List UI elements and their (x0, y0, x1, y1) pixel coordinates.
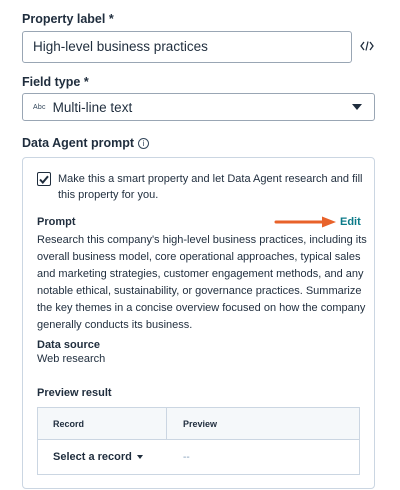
prompt-text: Research this company's high-level busin… (37, 234, 367, 331)
data-source-title: Data source (37, 339, 100, 351)
column-header-preview: Preview (183, 419, 218, 429)
preview-table: Record Preview Select a record -- (37, 407, 360, 475)
preview-table-header: Record Preview (38, 408, 359, 440)
smart-property-label: Make this a smart property and let Data … (58, 173, 363, 201)
checkmark-icon (39, 175, 49, 184)
data-source-value: Web research (37, 353, 106, 365)
smart-property-checkbox[interactable] (37, 172, 51, 186)
chevron-down-icon (352, 104, 362, 110)
caret-down-icon (136, 455, 143, 459)
column-header-record: Record (53, 419, 85, 429)
select-record-dropdown[interactable]: Select a record (53, 451, 143, 463)
select-record-label: Select a record (53, 451, 132, 463)
preview-value: -- (183, 452, 190, 463)
text-type-icon: Abc (33, 103, 46, 111)
edit-prompt-link[interactable]: Edit (340, 216, 361, 228)
property-label-heading: Property label * (22, 12, 114, 26)
field-type-heading: Field type * (22, 75, 89, 89)
code-icon (360, 41, 374, 51)
column-divider (166, 408, 167, 440)
prompt-title: Prompt (37, 216, 76, 228)
data-agent-label: Data Agent prompt (22, 136, 135, 150)
info-icon[interactable]: i (138, 137, 150, 149)
field-type-value: Multi-line text (52, 99, 133, 115)
property-label-input[interactable]: High-level business practices (22, 31, 352, 63)
arrow-icon (274, 216, 336, 228)
code-view-button[interactable] (355, 34, 379, 58)
data-agent-heading: Data Agent prompt i (22, 136, 150, 150)
preview-result-title: Preview result (37, 387, 112, 399)
field-type-select[interactable]: Abc Multi-line text (22, 93, 375, 121)
